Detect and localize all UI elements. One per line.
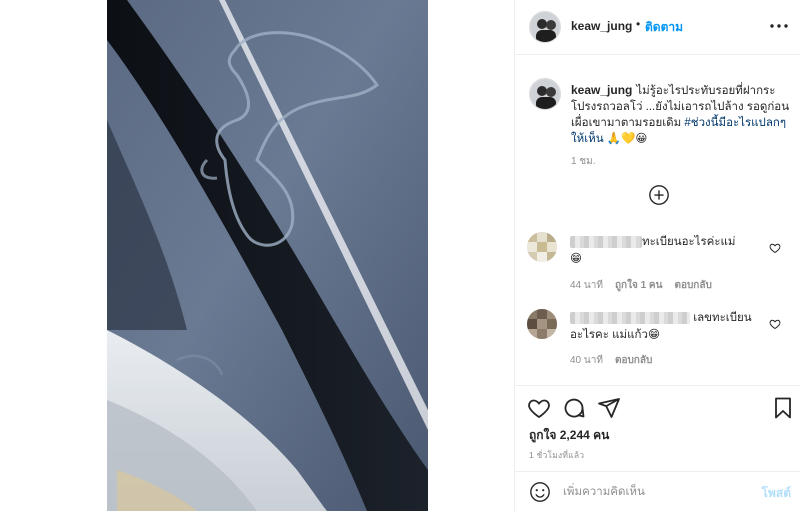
reply-button[interactable]: ตอบกลับ [615, 355, 652, 366]
bookmark-icon[interactable] [771, 396, 795, 420]
more-horizontal-icon[interactable] [767, 14, 791, 38]
comment-meta: 40 นาที ตอบกลับ [570, 353, 664, 368]
comment-body-line2: อะไรคะ แม่แก้ว [570, 329, 648, 341]
paper-plane-icon[interactable] [597, 396, 621, 420]
comment-input[interactable] [563, 483, 743, 501]
commenter-avatar[interactable] [527, 309, 557, 339]
caption-text: keaw_jung ไม่รู้อะไรประทับรอยที่ฝากระโปรง… [571, 82, 793, 147]
comment-emoji: 😁 [570, 253, 582, 265]
commenter-avatar[interactable] [527, 232, 557, 262]
author-avatar[interactable] [529, 11, 561, 43]
comment-meta: 44 นาที ถูกใจ 1 คน ตอบกลับ [570, 278, 724, 293]
smiley-icon[interactable] [529, 481, 551, 503]
comment-icon[interactable] [562, 396, 586, 420]
heart-icon[interactable] [527, 396, 551, 420]
post-comment-button[interactable]: โพสต์ [762, 484, 791, 503]
post-timestamp: 1 ชั่วโมงที่แล้ว [529, 450, 585, 460]
caption-emojis: 🙏💛😀 [606, 133, 648, 145]
comment-emoji: 😁 [647, 329, 660, 341]
post-sidebar: keaw_jung • ติดตาม keaw_jung ไม่รู้อะไรปร… [514, 0, 800, 511]
author-username[interactable]: keaw_jung [571, 19, 632, 33]
caption-avatar[interactable] [529, 78, 561, 110]
comment-composer: โพสต์ [515, 471, 800, 511]
comment-time: 44 นาที [570, 280, 603, 291]
caption-time: 1 ชม. [571, 156, 596, 167]
follow-button[interactable]: ติดตาม [645, 18, 683, 37]
heart-icon[interactable] [769, 242, 781, 254]
comment-text: ทะเบียนอะไรค่ะแม่ 😁 [570, 234, 736, 268]
post-actions: ถูกใจ 2,244 คน 1 ชั่วโมงที่แล้ว โพสต์ [515, 385, 800, 511]
caption-username[interactable]: keaw_jung [571, 83, 632, 97]
comment-body: เลขทะเบียน [693, 312, 752, 324]
separator-dot: • [636, 17, 641, 31]
blurred-username [570, 235, 642, 248]
car-hood-image [107, 0, 428, 511]
reply-button[interactable]: ตอบกลับ [674, 280, 711, 291]
comment-text: เลขทะเบียน อะไรคะ แม่แก้ว😁 [570, 310, 752, 344]
plus-circle-icon[interactable] [648, 184, 670, 206]
post-header: keaw_jung • ติดตาม [515, 0, 800, 55]
comment-body: ทะเบียนอะไรค่ะแม่ [642, 236, 736, 248]
comment-likes[interactable]: ถูกใจ 1 คน [615, 280, 663, 291]
heart-icon[interactable] [769, 318, 781, 330]
likes-count[interactable]: ถูกใจ 2,244 คน [529, 426, 609, 445]
comment-time: 40 นาที [570, 355, 603, 366]
post-photo[interactable] [107, 0, 428, 511]
blurred-username [570, 311, 690, 324]
